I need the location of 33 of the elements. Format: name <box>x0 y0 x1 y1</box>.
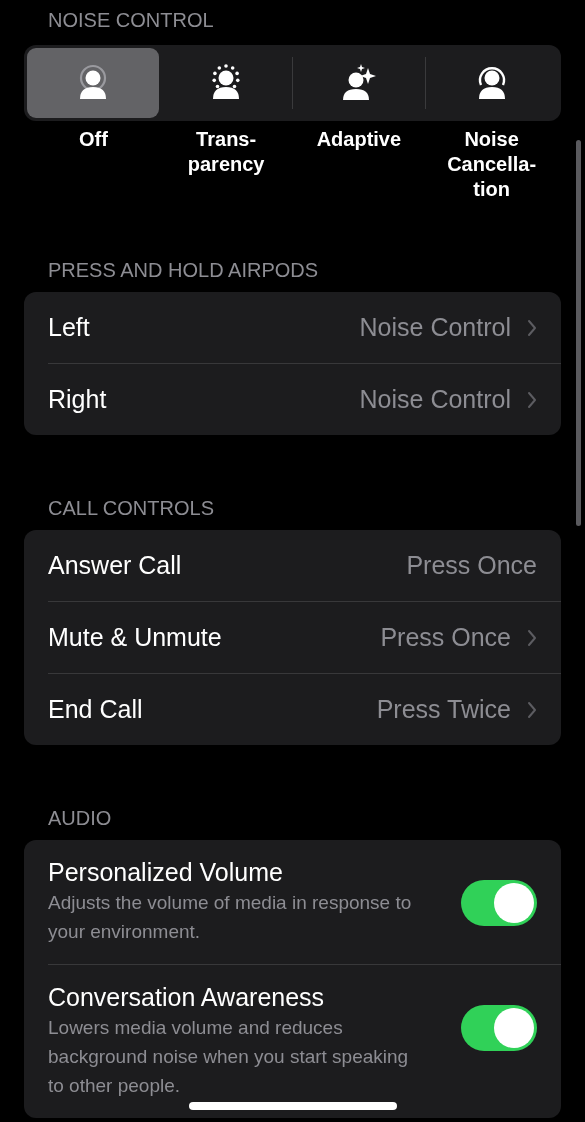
settings-row[interactable]: Left Noise Control <box>24 292 561 363</box>
settings-row[interactable]: Right Noise Control <box>24 364 561 435</box>
chevron-icon <box>527 628 537 647</box>
row-value: Press Once <box>406 551 537 580</box>
settings-row[interactable]: Answer Call Press Once <box>24 530 561 601</box>
row-label: End Call <box>48 695 144 724</box>
section-header: PRESS AND HOLD AIRPODS <box>47 258 320 283</box>
section-header: NOISE CONTROL <box>47 8 215 33</box>
row-label: Conversation Awareness <box>48 982 326 1013</box>
section-header: AUDIO <box>47 806 113 831</box>
row-description: Lowers media volume and reduces background noise when you start speaking to other people. <box>48 1016 410 1098</box>
settings-row[interactable]: Mute & Unmute Press Once <box>24 602 561 673</box>
toggle-switch[interactable] <box>461 1005 537 1051</box>
settings-row[interactable]: End Call Press Twice <box>24 674 561 745</box>
chevron-icon <box>527 318 537 337</box>
chevron-icon <box>527 700 537 719</box>
row-description: Adjusts the volume of media in response to your environment. <box>48 891 413 944</box>
row-label: Right <box>48 385 108 414</box>
row-label: Personalized Volume <box>48 857 284 888</box>
row-label: Left <box>48 313 91 342</box>
mode-label: Adaptive <box>316 127 402 152</box>
chevron-icon <box>527 390 537 409</box>
row-value: Noise Control <box>359 385 511 414</box>
section-header: CALL CONTROLS <box>47 496 215 521</box>
row-value: Noise Control <box>359 313 511 342</box>
row-value: Press Once <box>380 623 511 652</box>
row-label: Mute & Unmute <box>48 623 223 652</box>
mode-label: Off <box>78 127 108 152</box>
mode-label: Noise Cancella- tion <box>447 127 537 202</box>
row-value: Press Twice <box>376 695 511 724</box>
row-label: Answer Call <box>48 551 183 580</box>
mode-label: Trans- parency <box>187 127 265 177</box>
toggle-switch[interactable] <box>461 880 537 926</box>
